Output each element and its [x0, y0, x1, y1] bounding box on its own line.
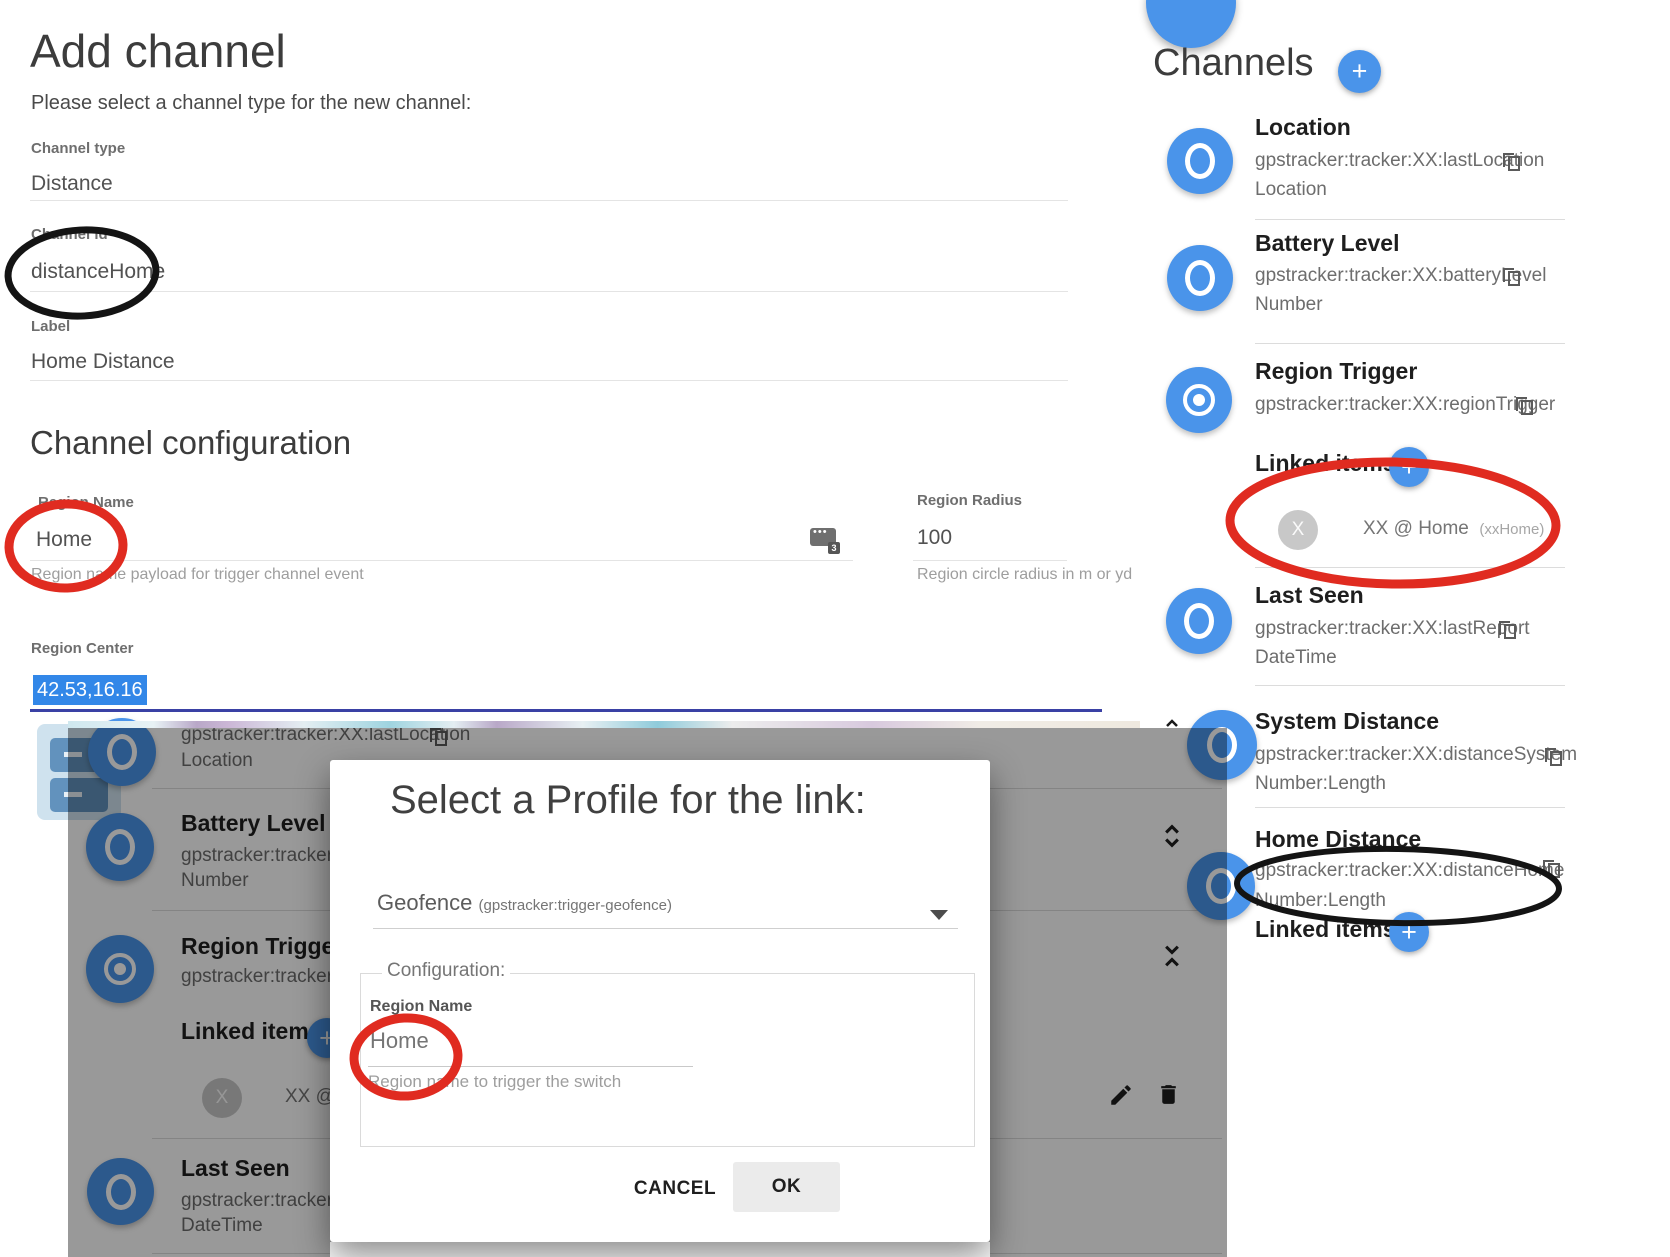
linked-item-row[interactable]: XX @ Home (xxHome): [1363, 518, 1544, 540]
configuration-legend: Configuration:: [382, 960, 510, 982]
channel-id-label: Channel id: [31, 226, 108, 243]
channel-title: System Distance: [1255, 708, 1439, 735]
divider: [1255, 685, 1565, 686]
channel-title: Home Distance: [1255, 826, 1421, 853]
divider: [1255, 807, 1565, 808]
copy-icon[interactable]: [1503, 266, 1520, 285]
region-name-hint: Region name to trigger the switch: [368, 1072, 621, 1092]
cancel-button[interactable]: CANCEL: [620, 1165, 730, 1213]
page-title: Add channel: [30, 24, 286, 78]
linked-items-header: Linked items: [1255, 450, 1396, 477]
channel-config-title: Channel configuration: [30, 424, 351, 462]
linked-item-name: (xxHome): [1479, 521, 1544, 538]
add-channel-page: Add channel Please select a channel type…: [0, 0, 1670, 1257]
input-underline: [368, 1066, 693, 1067]
page-subtitle: Please select a channel type for the new…: [31, 92, 471, 115]
divider: [1255, 343, 1565, 344]
divider: [1255, 219, 1565, 220]
ok-button[interactable]: OK: [733, 1162, 840, 1212]
copy-icon[interactable]: [1499, 619, 1516, 638]
linked-item-label: XX @ Home: [1363, 518, 1469, 539]
profile-select-uid: (gpstracker:trigger-geofence): [479, 897, 672, 914]
divider: [1255, 567, 1565, 568]
focused-underline: [30, 709, 1102, 712]
profile-select[interactable]: Geofence (gpstracker:trigger-geofence): [377, 890, 672, 916]
form-filler-extension-icon[interactable]: 3: [810, 528, 840, 554]
linked-items-header: Linked items: [1255, 916, 1396, 943]
region-radius-input[interactable]: 100: [917, 526, 952, 550]
channel-title: Region Trigger: [1255, 358, 1417, 385]
thing-avatar: [1146, 0, 1236, 48]
add-channel-button[interactable]: +: [1338, 50, 1381, 93]
channel-type: DateTime: [1255, 647, 1337, 669]
divider: [30, 380, 1068, 381]
label-input[interactable]: Home Distance: [31, 350, 175, 374]
channel-uid: gpstracker:tracker:XX:distanceSystem: [1255, 744, 1577, 766]
channel-state-icon: [1167, 245, 1233, 311]
divider: [30, 560, 853, 561]
sidebar-title: Channels: [1153, 42, 1314, 85]
channel-trigger-icon: [1166, 367, 1232, 433]
form-filler-badge: 3: [828, 542, 840, 554]
channel-title: Location: [1255, 114, 1351, 141]
item-avatar: X: [1278, 510, 1318, 550]
channel-uid: gpstracker:tracker:XX:lastLocation: [1255, 150, 1544, 172]
chevron-down-icon[interactable]: [930, 910, 948, 920]
channel-title: Battery Level: [1255, 230, 1399, 257]
channel-uid: gpstracker:tracker:XX:regionTrigger: [1255, 394, 1555, 416]
add-linked-item-button[interactable]: +: [1389, 912, 1429, 952]
copy-icon[interactable]: [1545, 746, 1562, 765]
channel-type-label: Channel type: [31, 140, 125, 157]
copy-icon[interactable]: [1516, 395, 1533, 414]
modal-shadow-gap: [330, 1242, 990, 1257]
divider: [373, 928, 958, 929]
dialog-title: Select a Profile for the link:: [390, 778, 866, 823]
map-sliver: [68, 721, 1140, 728]
channel-uid: gpstracker:tracker:XX:lastReport: [1255, 618, 1530, 640]
region-name-hint: Region name payload for trigger channel …: [31, 566, 364, 584]
channel-type: Number:Length: [1255, 773, 1386, 795]
region-name-input[interactable]: Home: [36, 528, 92, 552]
profile-select-value: Geofence: [377, 890, 472, 915]
region-radius-hint: Region circle radius in m or yd: [917, 566, 1132, 584]
channel-state-icon: [1166, 588, 1232, 654]
region-name-label: Region Name: [38, 494, 134, 511]
divider: [30, 200, 1068, 201]
copy-icon[interactable]: [1503, 151, 1520, 170]
channel-id-input[interactable]: distanceHome: [31, 260, 165, 284]
channel-type: Location: [1255, 179, 1327, 201]
add-linked-item-button[interactable]: +: [1389, 447, 1429, 487]
region-name-label: Region Name: [370, 998, 472, 1016]
region-center-input[interactable]: 42.53,16.16: [33, 675, 147, 705]
region-radius-label: Region Radius: [917, 492, 1022, 509]
channel-type-value[interactable]: Distance: [31, 172, 113, 196]
chevron-up-icon: [1164, 718, 1180, 728]
channel-state-icon: [1167, 128, 1233, 194]
select-profile-dialog: Select a Profile for the link: Geofence …: [330, 760, 990, 1242]
channel-type: Number: [1255, 294, 1323, 316]
divider: [913, 560, 1067, 561]
region-name-input[interactable]: Home: [370, 1028, 429, 1054]
region-center-label: Region Center: [31, 640, 134, 657]
channel-type: Number:Length: [1255, 890, 1386, 912]
copy-icon[interactable]: [1543, 858, 1560, 877]
divider: [30, 291, 1068, 292]
channel-uid: gpstracker:tracker:XX:distanceHome: [1255, 860, 1564, 882]
channel-title: Last Seen: [1255, 582, 1364, 609]
label-label: Label: [31, 318, 70, 335]
